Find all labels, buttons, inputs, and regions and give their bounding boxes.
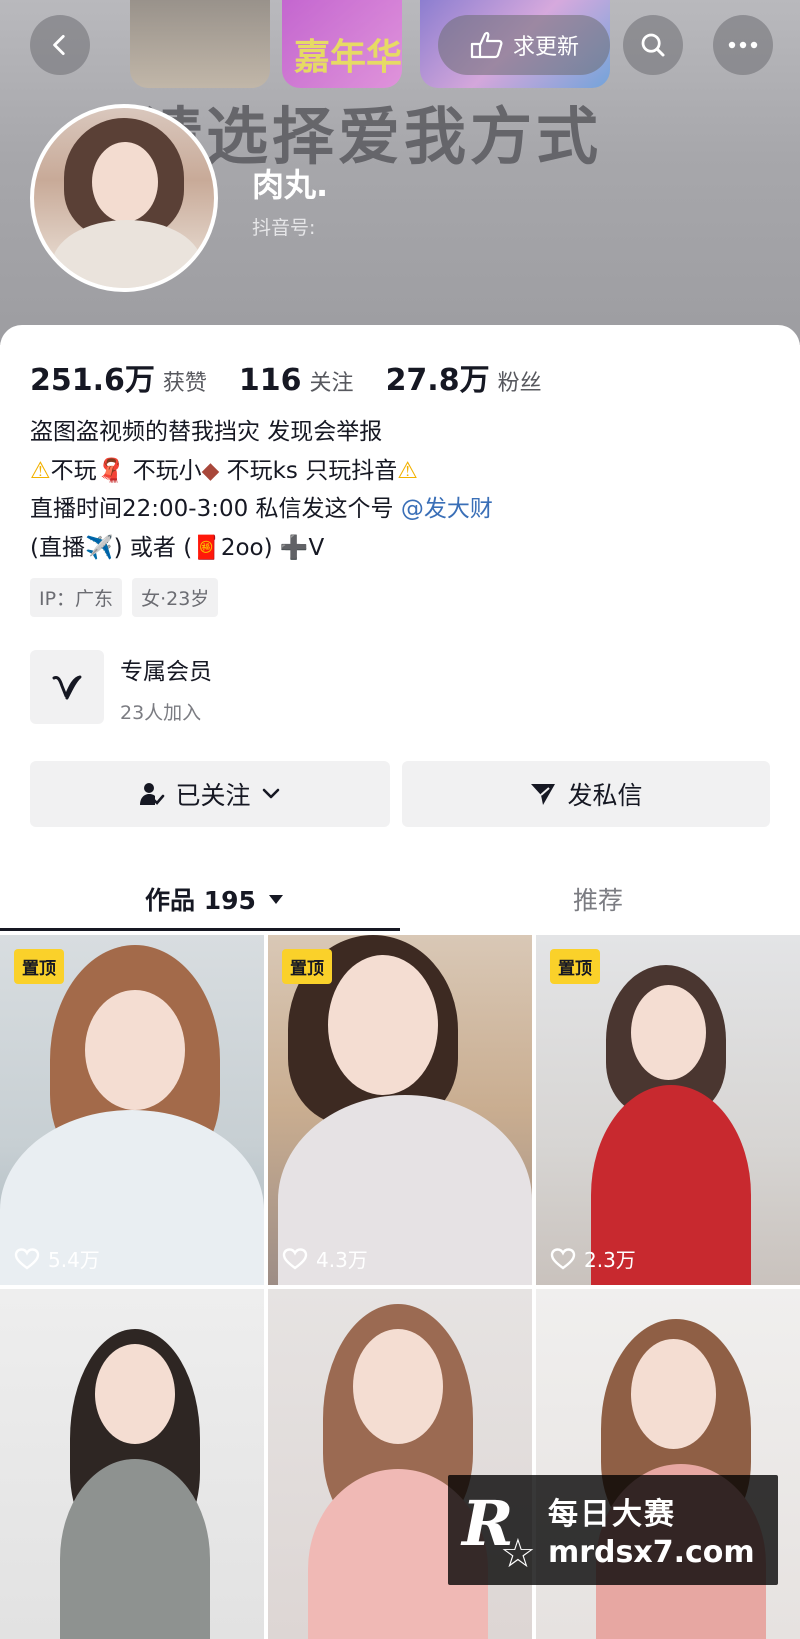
paper-plane-icon: [531, 784, 556, 805]
video-thumbnail[interactable]: [268, 1289, 532, 1639]
profile-banner: 嘉年华 请选择爱我方式 求更新 肉丸. 抖音号:: [0, 0, 800, 345]
chevron-down-icon: [262, 788, 279, 799]
video-thumbnail[interactable]: 置顶 2.3万: [536, 935, 800, 1285]
warning-icon: ⚠: [30, 457, 51, 484]
scarf-icon: 🧣: [96, 457, 126, 484]
tab-works-label: 作品 195: [145, 886, 256, 915]
following-label: 已关注: [175, 781, 251, 810]
search-icon: [641, 33, 665, 57]
watermark: R ☆ 每日大赛 mrdsx7.com: [448, 1475, 778, 1585]
thumbnail-image: [353, 1329, 443, 1444]
thumbnail-image: [328, 955, 438, 1095]
thumbnail-image: [85, 990, 185, 1110]
like-count: 4.3万: [282, 1244, 368, 1273]
heart-icon: [14, 1247, 40, 1269]
heart-icon: [550, 1247, 576, 1269]
request-update-button[interactable]: 求更新: [438, 15, 610, 75]
banner-badge: 嘉年华: [282, 0, 402, 88]
video-thumbnail[interactable]: [536, 1289, 800, 1639]
stats-row: 251.6万 获赞 116 关注 27.8万 粉丝: [30, 355, 574, 399]
video-thumbnail[interactable]: [0, 1289, 264, 1639]
bio-line: 直播时间22:00-3:00 私信发这个号 @发大财: [30, 490, 493, 529]
sweet-potato-icon: ◆: [201, 457, 220, 484]
douyin-id[interactable]: 抖音号:: [252, 213, 315, 240]
video-thumbnail[interactable]: 置顶 5.4万: [0, 935, 264, 1285]
back-button[interactable]: [30, 15, 90, 75]
stat-value: 251.6万: [30, 363, 155, 398]
request-update-label: 求更新: [512, 35, 579, 60]
stat-followers[interactable]: 27.8万 粉丝: [386, 355, 542, 399]
bio-text: 不玩: [50, 457, 97, 484]
like-count-value: 5.4万: [48, 1248, 100, 1272]
star-icon: ☆: [500, 1531, 536, 1577]
thumbnail-image: [95, 1344, 175, 1444]
profile-tags: IP：广东 女·23岁: [30, 578, 219, 617]
user-check-icon: [140, 783, 165, 805]
video-thumbnail[interactable]: 置顶 4.3万: [268, 935, 532, 1285]
like-count: 2.3万: [550, 1244, 636, 1273]
pinned-badge: 置顶: [14, 949, 64, 984]
like-count-value: 4.3万: [316, 1248, 368, 1272]
stat-value: 116: [238, 363, 302, 398]
bio-text: 不玩ks 只玩抖音: [219, 457, 398, 484]
more-button[interactable]: [713, 15, 773, 75]
stat-likes[interactable]: 251.6万 获赞: [30, 355, 207, 399]
bio-line: (直播✈️) 或者 (🧧2oo) ➕V: [30, 534, 325, 561]
thumbnail-image: [631, 1339, 716, 1449]
thumbnail-image: [631, 985, 706, 1080]
tab-recommend[interactable]: 推荐: [573, 870, 623, 928]
send-message-button[interactable]: 发私信: [402, 761, 770, 827]
like-count: 5.4万: [14, 1244, 100, 1273]
content-tabs: 作品 195 推荐: [0, 870, 800, 931]
hand-point-icon: [470, 31, 503, 59]
send-message-label: 发私信: [567, 781, 643, 810]
membership-entry[interactable]: 专属会员 23人加入: [30, 650, 212, 725]
warning-icon: ⚠: [397, 457, 418, 484]
more-icon: [728, 41, 758, 49]
bio-line: ⚠不玩🧣 不玩小◆ 不玩ks 只玩抖音⚠: [30, 452, 493, 491]
search-button[interactable]: [623, 15, 683, 75]
bio: 盗图盗视频的替我挡灾 发现会举报 ⚠不玩🧣 不玩小◆ 不玩ks 只玩抖音⚠ 直播…: [30, 413, 493, 567]
avatar-face: [92, 142, 158, 222]
username: 肉丸.: [252, 166, 329, 204]
membership-title: 专属会员: [120, 659, 212, 685]
stat-label: 获赞: [162, 371, 207, 396]
banner-decoration: [130, 0, 270, 88]
stat-label: 粉丝: [497, 371, 542, 396]
like-count-value: 2.3万: [584, 1248, 636, 1272]
bio-line: 盗图盗视频的替我挡灾 发现会举报: [30, 419, 383, 445]
heart-icon: [282, 1247, 308, 1269]
ip-tag: IP：广东: [30, 578, 123, 617]
membership-count: 23人加入: [120, 702, 202, 724]
stat-value: 27.8万: [385, 363, 490, 398]
stat-following[interactable]: 116 关注: [239, 363, 354, 398]
bio-text: 不玩小: [125, 457, 202, 484]
watermark-title: 每日大赛: [548, 1497, 676, 1532]
banner-badge-text: 嘉年华: [294, 37, 403, 78]
gender-age-tag: 女·23岁: [132, 578, 219, 617]
caret-down-icon: [268, 895, 283, 904]
tab-underline: [0, 928, 400, 931]
chevron-left-icon: [53, 34, 65, 56]
watermark-url: mrdsx7.com: [548, 1535, 755, 1570]
following-button[interactable]: 已关注: [30, 761, 390, 827]
stat-label: 关注: [309, 371, 354, 396]
bio-text: 直播时间22:00-3:00 私信发这个号: [30, 496, 401, 522]
tab-works[interactable]: 作品 195: [145, 870, 286, 928]
mention-link[interactable]: @发大财: [401, 496, 493, 522]
pinned-badge: 置顶: [550, 949, 600, 984]
vip-v-icon: [30, 650, 104, 724]
avatar-body: [52, 220, 202, 288]
pinned-badge: 置顶: [282, 949, 332, 984]
avatar[interactable]: [30, 104, 218, 292]
membership-text: 专属会员 23人加入: [120, 650, 212, 725]
